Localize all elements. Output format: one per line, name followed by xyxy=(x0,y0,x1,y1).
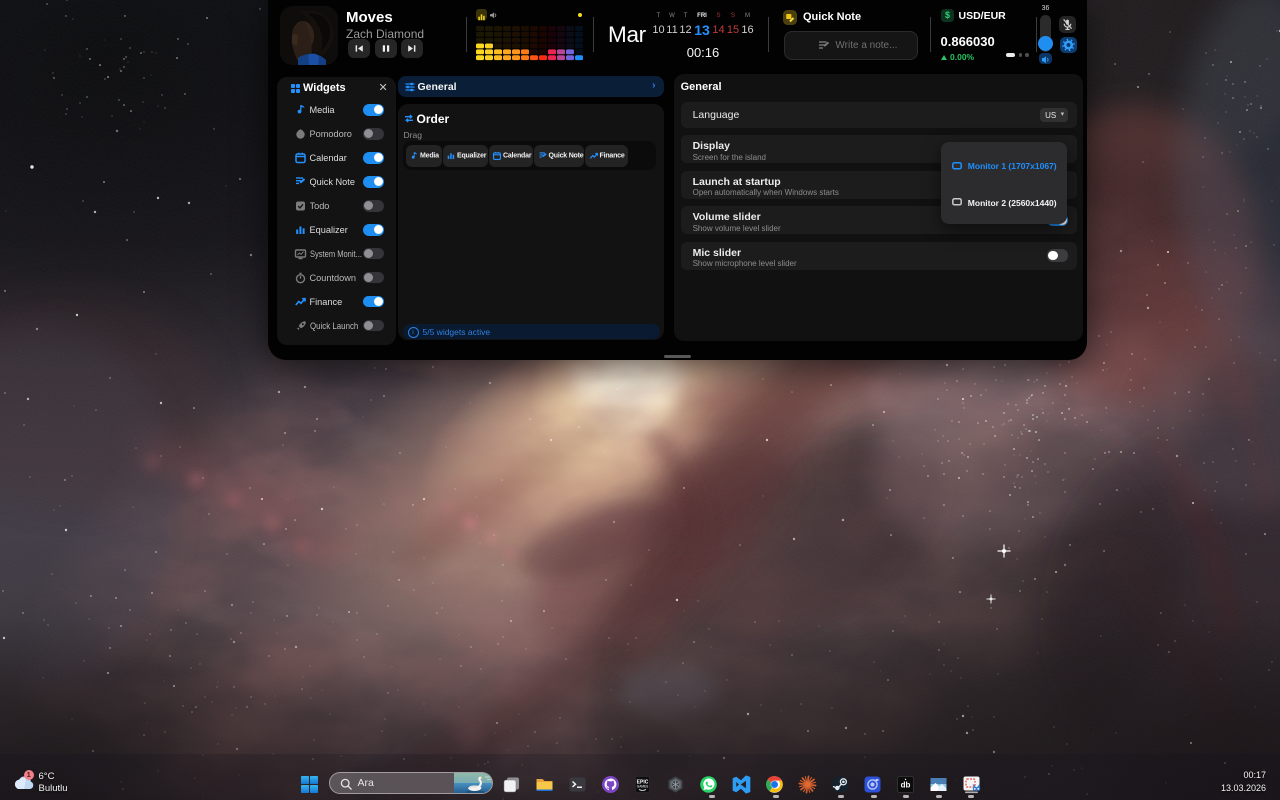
svg-text:GAMES: GAMES xyxy=(637,784,649,788)
svg-text:db: db xyxy=(901,780,911,789)
